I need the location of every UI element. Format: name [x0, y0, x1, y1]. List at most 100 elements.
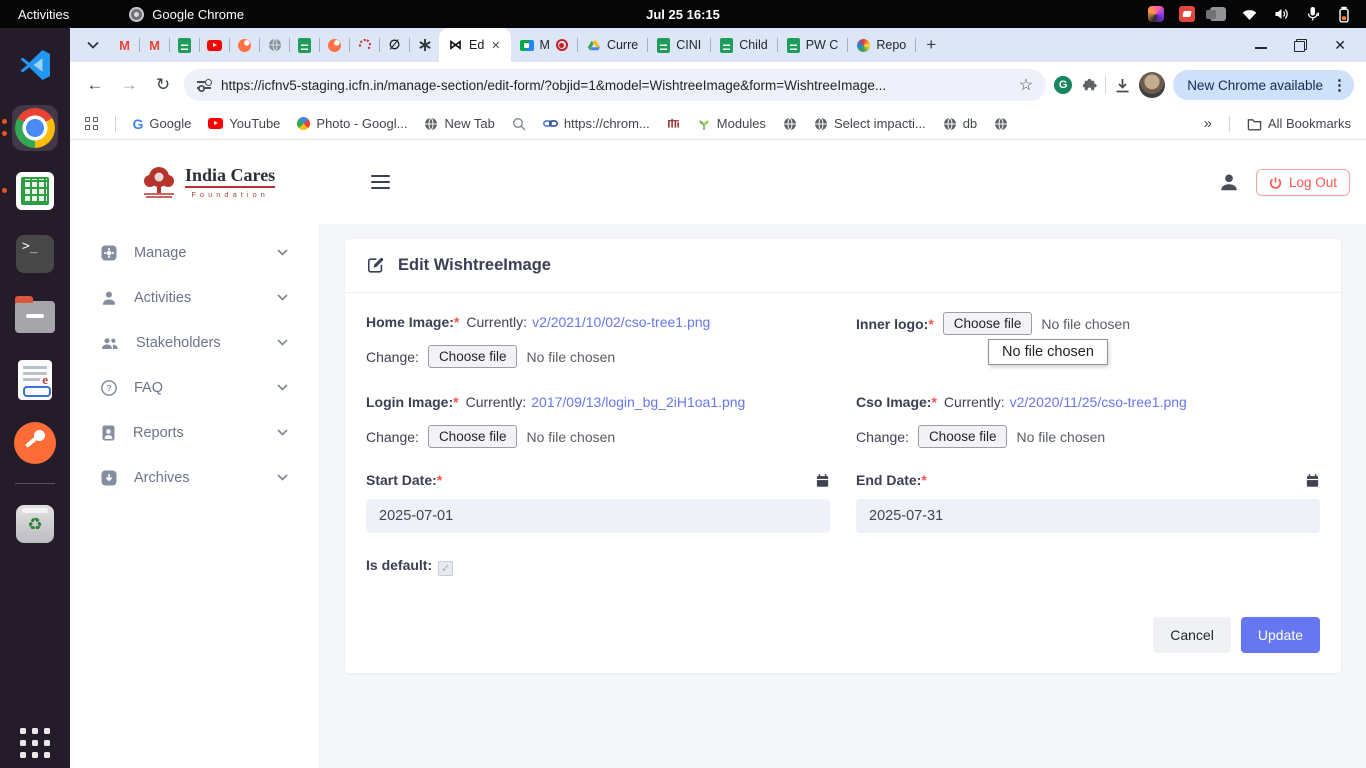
dock-item-terminal[interactable]: >_ — [12, 231, 58, 277]
bookmark-youtube[interactable]: YouTube — [208, 116, 280, 131]
active-tab-edit-form[interactable]: ⋈ Ed ✕ — [439, 28, 511, 62]
tab-close-icon[interactable]: ✕ — [491, 39, 500, 52]
bookmark-globe-2[interactable] — [994, 117, 1008, 131]
end-date-input[interactable]: 2025-07-31 — [856, 499, 1320, 533]
bookmark-new-tab[interactable]: New Tab — [424, 116, 494, 131]
bookmark-modules[interactable]: Modules — [697, 116, 766, 131]
is-default-checkbox[interactable]: ✓ — [438, 561, 453, 576]
tab-sheet-child[interactable]: Child — [711, 28, 777, 62]
minimize-button[interactable] — [1255, 47, 1267, 49]
sidebar-item-reports[interactable]: Reports — [70, 410, 318, 455]
address-bar[interactable]: https://icfnv5-staging.icfn.in/manage-se… — [184, 69, 1046, 101]
calendar-icon[interactable] — [815, 473, 830, 488]
sidebar-item-archives[interactable]: Archives — [70, 455, 318, 500]
currently-label: Currently: — [944, 394, 1005, 410]
pinned-tab-chatgpt[interactable] — [410, 28, 439, 62]
bookmark-chrome-link[interactable]: https://chrom... — [543, 116, 650, 131]
pinned-tab-site-orange-2[interactable] — [320, 28, 349, 62]
site-settings-icon[interactable] — [197, 79, 211, 91]
bookmark-star-icon[interactable]: ☆ — [1019, 75, 1033, 95]
bookmark-search[interactable] — [512, 117, 526, 131]
bookmarks-overflow-button[interactable]: » — [1204, 115, 1212, 132]
login-image-current-link[interactable]: 2017/09/13/login_bg_2iH1oa1.png — [531, 394, 745, 410]
profile-avatar[interactable] — [1139, 72, 1165, 98]
pinned-tab-sheets[interactable] — [170, 28, 199, 62]
apps-grid-icon[interactable] — [85, 117, 98, 130]
sidebar-toggle-button[interactable] — [371, 175, 390, 190]
battery-icon — [1336, 6, 1352, 23]
dock-item-chrome[interactable] — [12, 105, 58, 151]
sidebar-item-activities[interactable]: Activities — [70, 275, 318, 320]
window-close-button[interactable]: ✕ — [1334, 38, 1346, 52]
grammarly-extension-icon[interactable]: G — [1054, 76, 1072, 94]
extensions-icon[interactable] — [1080, 77, 1097, 94]
bookmark-photos[interactable]: Photo - Googl... — [297, 116, 407, 131]
reload-button[interactable]: ↻ — [150, 75, 176, 95]
pinned-tab-sheets-2[interactable] — [290, 28, 319, 62]
inner-logo-choose-file-button[interactable]: Choose file — [943, 312, 1033, 335]
dock-item-files[interactable] — [12, 294, 58, 340]
sidebar-item-faq[interactable]: ? FAQ — [70, 365, 318, 410]
downloads-icon[interactable] — [1114, 77, 1131, 94]
chrome-update-chip[interactable]: New Chrome available ⋮ — [1173, 70, 1354, 100]
tab-repo[interactable]: Repo — [848, 28, 915, 62]
new-tab-button[interactable]: + — [916, 35, 946, 55]
dock-item-vscode[interactable] — [12, 42, 58, 88]
pinned-tab-gmail[interactable]: M — [110, 28, 139, 62]
back-button[interactable]: ← — [82, 75, 108, 95]
user-icon[interactable] — [1218, 171, 1240, 193]
browser-menu-icon[interactable]: ⋮ — [1332, 76, 1347, 94]
dock-item-postman[interactable] — [12, 420, 58, 466]
sidebar-item-label: FAQ — [134, 380, 163, 396]
start-date-input[interactable]: 2025-07-01 — [366, 499, 830, 533]
clock[interactable]: Jul 25 16:15 — [646, 7, 720, 22]
tab-sheet-pw[interactable]: PW C — [778, 28, 848, 62]
volume-icon — [1273, 6, 1290, 22]
focused-app-indicator[interactable]: Google Chrome — [129, 7, 244, 22]
pinned-tab-red-arc[interactable] — [350, 28, 379, 62]
dock-item-trash[interactable]: ♻ — [12, 501, 58, 547]
cso-image-choose-file-button[interactable]: Choose file — [918, 425, 1008, 448]
bookmark-db[interactable]: db — [943, 116, 977, 131]
sidebar-item-label: Stakeholders — [136, 335, 221, 351]
pinned-tab-globe[interactable] — [260, 28, 289, 62]
tab-sheet-cini[interactable]: CINI — [648, 28, 710, 62]
dock-item-libreoffice-calc[interactable] — [12, 168, 58, 214]
tab-meet[interactable]: M — [511, 28, 577, 62]
bookmark-label: New Tab — [444, 116, 494, 131]
bookmark-maroon-site[interactable] — [667, 117, 680, 130]
sidebar-item-manage[interactable]: Manage — [70, 230, 318, 275]
home-image-current-link[interactable]: v2/2021/10/02/cso-tree1.png — [532, 314, 710, 330]
red-arc-icon — [357, 37, 373, 53]
bookmark-select-impact[interactable]: Select impacti... — [814, 116, 926, 131]
logout-button[interactable]: Log Out — [1256, 169, 1350, 196]
login-image-choose-file-button[interactable]: Choose file — [428, 425, 518, 448]
pinned-tab-slashed-circle[interactable]: ∅ — [380, 28, 409, 62]
forward-button[interactable]: → — [116, 75, 142, 95]
update-button[interactable]: Update — [1241, 617, 1320, 653]
cso-image-current-link[interactable]: v2/2020/11/25/cso-tree1.png — [1010, 394, 1187, 410]
activities-button[interactable]: Activities — [0, 0, 87, 28]
wifi-icon — [1241, 7, 1258, 22]
google-icon: G — [133, 116, 144, 132]
cancel-button[interactable]: Cancel — [1153, 617, 1231, 653]
show-applications-button[interactable] — [20, 728, 50, 758]
home-image-choose-file-button[interactable]: Choose file — [428, 345, 518, 368]
tab-search-button[interactable] — [80, 32, 106, 58]
bookmark-google[interactable]: G Google — [133, 116, 192, 132]
slashed-circle-icon: ∅ — [389, 37, 400, 53]
pinned-tab-site-orange[interactable] — [230, 28, 259, 62]
tab-drive[interactable]: Curre — [578, 28, 647, 62]
all-bookmarks-button[interactable]: All Bookmarks — [1247, 116, 1351, 131]
bookmark-globe-1[interactable] — [783, 117, 797, 131]
pinned-tab-gmail-2[interactable]: M — [140, 28, 169, 62]
dock-item-document-viewer[interactable]: e — [12, 357, 58, 403]
pinned-tab-youtube[interactable] — [200, 28, 229, 62]
gear-icon — [100, 244, 118, 262]
restore-button[interactable] — [1294, 39, 1307, 52]
system-tray[interactable] — [1148, 6, 1366, 23]
calendar-icon[interactable] — [1305, 473, 1320, 488]
brand-logo[interactable]: India Cares Foundation — [140, 165, 275, 199]
globe-icon — [943, 117, 957, 131]
sidebar-item-stakeholders[interactable]: Stakeholders — [70, 320, 318, 365]
